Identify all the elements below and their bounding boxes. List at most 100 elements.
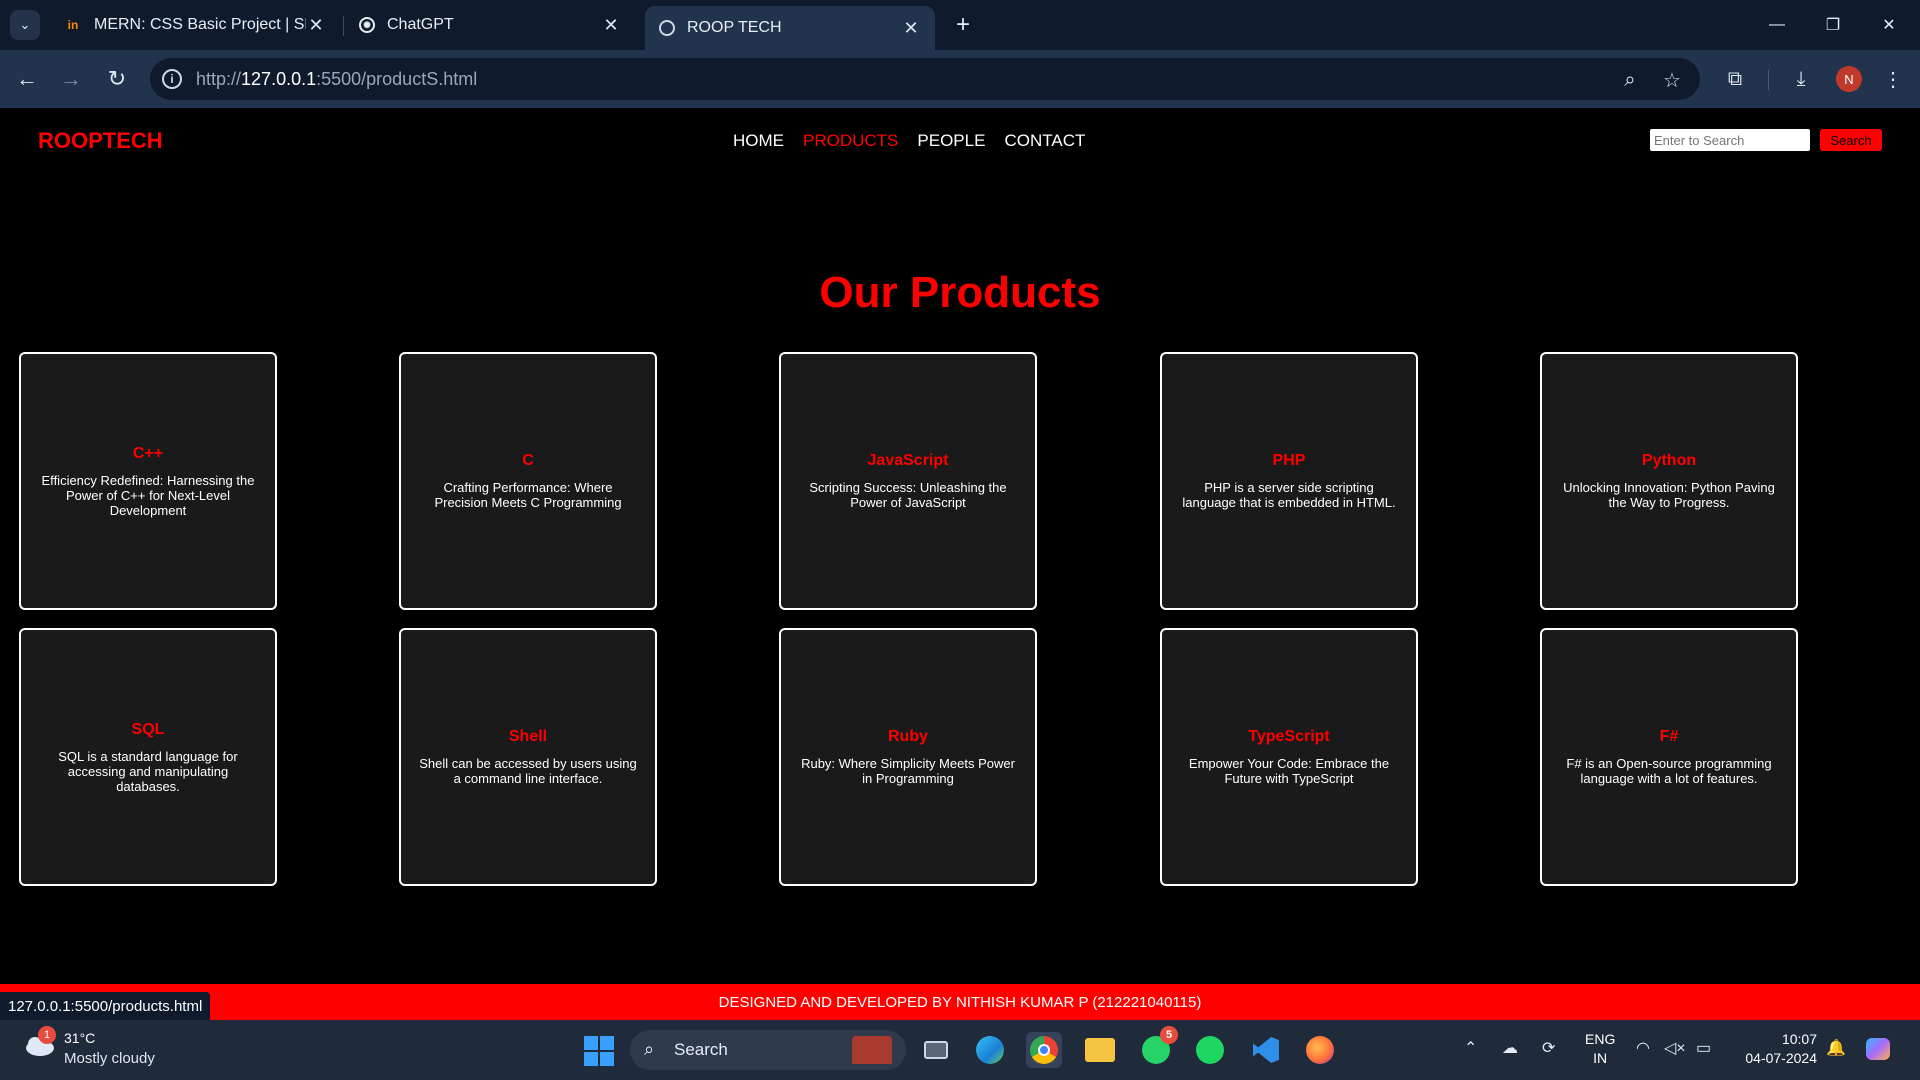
globe-icon xyxy=(659,20,675,36)
site-footer: DESIGNED AND DEVELOPED BY NITHISH KUMAR … xyxy=(0,984,1920,1020)
search-highlight-icon xyxy=(852,1036,892,1064)
extensions-icon[interactable]: ⧉ xyxy=(1720,64,1750,94)
site-info-icon[interactable]: i xyxy=(162,69,182,89)
zoom-icon[interactable]: ⌕ xyxy=(1618,68,1642,92)
new-tab-button[interactable]: + xyxy=(948,10,978,40)
close-window-button[interactable]: ✕ xyxy=(1866,8,1912,42)
taskbar-search[interactable]: ⌕ Search xyxy=(630,1030,906,1070)
page-content: ROOPTECH HOME PRODUCTS PEOPLE CONTACT Se… xyxy=(0,108,1920,1020)
tab-title: MERN: CSS Basic Project | SEC xyxy=(94,16,306,33)
product-card: Ruby Ruby: Where Simplicity Meets Power … xyxy=(779,628,1037,886)
back-button[interactable]: ← xyxy=(12,64,42,94)
weather-badge: 1 xyxy=(38,1026,56,1044)
nav-contact[interactable]: CONTACT xyxy=(1004,131,1085,151)
clock-date: 04-07-2024 xyxy=(1745,1050,1817,1066)
battery-icon[interactable]: ▭ xyxy=(1696,1038,1711,1058)
url-path: :5500/productS.html xyxy=(316,69,478,89)
task-view-icon[interactable] xyxy=(918,1032,954,1068)
spotify-icon[interactable] xyxy=(1192,1032,1228,1068)
product-card: Python Unlocking Innovation: Python Pavi… xyxy=(1540,352,1798,610)
url-scheme: http:// xyxy=(196,69,242,89)
notification-bell-icon[interactable]: 🔔 xyxy=(1826,1038,1846,1058)
firefox-icon[interactable] xyxy=(1302,1032,1338,1068)
tab-chatgpt[interactable]: ✺ ChatGPT ✕ xyxy=(345,6,635,44)
search-button[interactable]: Search xyxy=(1820,129,1882,151)
product-card: JavaScript Scripting Success: Unleashing… xyxy=(779,352,1037,610)
product-description: Efficiency Redefined: Harnessing the Pow… xyxy=(41,472,255,518)
tab-search-button[interactable]: ⌄ xyxy=(10,10,40,40)
weather-temperature: 31°C xyxy=(64,1030,96,1046)
product-title: Python xyxy=(1641,452,1697,469)
product-card: C Crafting Performance: Where Precision … xyxy=(399,352,657,610)
windows-start-icon[interactable] xyxy=(584,1036,614,1066)
product-card: SQL SQL is a standard language for acces… xyxy=(19,628,277,886)
chrome-icon[interactable] xyxy=(1026,1032,1062,1068)
forward-button[interactable]: → xyxy=(56,64,86,94)
product-card: PHP PHP is a server side scripting langu… xyxy=(1160,352,1418,610)
wifi-icon[interactable]: ◠ xyxy=(1636,1038,1650,1058)
speaker-muted-icon[interactable]: ◁× xyxy=(1664,1038,1686,1058)
file-explorer-icon[interactable] xyxy=(1082,1032,1118,1068)
product-description: SQL is a standard language for accessing… xyxy=(58,748,238,794)
product-description: Crafting Performance: Where Precision Me… xyxy=(434,480,622,510)
language-code: ENG xyxy=(1585,1031,1616,1047)
product-description: Ruby: Where Simplicity Meets Power in Pr… xyxy=(801,756,1015,786)
site-logo[interactable]: ROOPTECH xyxy=(38,128,163,154)
whatsapp-icon[interactable]: 5 xyxy=(1138,1026,1178,1068)
tab-mern[interactable]: in MERN: CSS Basic Project | SEC ✕ xyxy=(50,6,340,44)
taskbar-search-label: Search xyxy=(674,1040,728,1059)
edge-icon[interactable] xyxy=(972,1032,1008,1068)
close-icon[interactable]: ✕ xyxy=(901,18,921,39)
browser-tab-bar: ⌄ in MERN: CSS Basic Project | SEC ✕ ✺ C… xyxy=(0,0,1920,50)
product-title: F# xyxy=(1659,728,1679,745)
taskbar: 1 31°C Mostly cloudy ⌕ Search 5 ⌃ ☁ ⟳ EN… xyxy=(0,1020,1920,1080)
product-description: Scripting Success: Unleashing the Power … xyxy=(809,480,1007,510)
restore-button[interactable]: ❐ xyxy=(1810,8,1856,42)
reload-button[interactable]: ↻ xyxy=(102,64,132,94)
product-title: C++ xyxy=(132,444,164,462)
nav-people[interactable]: PEOPLE xyxy=(917,131,985,151)
vscode-icon[interactable] xyxy=(1248,1032,1284,1068)
onedrive-icon[interactable]: ☁ xyxy=(1502,1038,1518,1058)
region-code: IN xyxy=(1593,1050,1608,1066)
copilot-icon[interactable] xyxy=(1866,1038,1890,1060)
product-description: Shell can be accessed by users using a c… xyxy=(419,756,637,786)
browser-toolbar: ← → ↻ i http://127.0.0.1:5500/productS.h… xyxy=(0,50,1920,108)
product-title: SQL xyxy=(131,720,165,738)
weather-description: Mostly cloudy xyxy=(64,1050,155,1067)
product-card: TypeScript Empower Your Code: Embrace th… xyxy=(1160,628,1418,886)
system-clock[interactable]: 10:07 04-07-2024 xyxy=(1735,1030,1817,1068)
tab-favicon-in: in xyxy=(67,18,79,32)
tab-divider xyxy=(343,16,344,36)
product-title: C xyxy=(522,452,534,469)
address-bar[interactable]: i http://127.0.0.1:5500/productS.html ⌕ … xyxy=(150,58,1700,100)
clock-time: 10:07 xyxy=(1781,1031,1817,1047)
product-title: Ruby xyxy=(888,728,928,745)
nav-home[interactable]: HOME xyxy=(733,131,784,151)
language-indicator[interactable]: ENG IN xyxy=(1585,1030,1615,1068)
product-card: Shell Shell can be accessed by users usi… xyxy=(399,628,657,886)
sync-icon[interactable]: ⟳ xyxy=(1542,1038,1555,1058)
tab-roop-tech[interactable]: ROOP TECH ✕ xyxy=(645,6,935,50)
nav-products[interactable]: PRODUCTS xyxy=(803,131,898,151)
page-title: Our Products xyxy=(819,268,1101,317)
close-icon[interactable]: ✕ xyxy=(306,15,326,36)
bookmark-star-icon[interactable]: ☆ xyxy=(1660,68,1684,92)
url-text[interactable]: http://127.0.0.1:5500/productS.html xyxy=(196,69,477,90)
menu-icon[interactable]: ⋮ xyxy=(1878,64,1908,94)
url-host: 127.0.0.1 xyxy=(241,69,317,89)
minimize-button[interactable]: — xyxy=(1754,8,1800,42)
profile-avatar[interactable]: N xyxy=(1836,66,1862,92)
tab-title: ROOP TECH xyxy=(687,19,782,36)
search-input[interactable] xyxy=(1650,129,1810,151)
download-icon[interactable]: ⤓ xyxy=(1786,64,1816,94)
toolbar-divider xyxy=(1768,70,1769,90)
product-card: C++ Efficiency Redefined: Harnessing the… xyxy=(19,352,277,610)
search-icon: ⌕ xyxy=(644,1039,655,1059)
product-description: Empower Your Code: Embrace the Future wi… xyxy=(1188,756,1390,786)
whatsapp-badge: 5 xyxy=(1160,1026,1178,1044)
close-icon[interactable]: ✕ xyxy=(601,15,621,36)
show-hidden-icons[interactable]: ⌃ xyxy=(1464,1038,1477,1058)
product-card: F# F# is an Open-source programming lang… xyxy=(1540,628,1798,886)
product-title: JavaScript xyxy=(867,452,949,469)
